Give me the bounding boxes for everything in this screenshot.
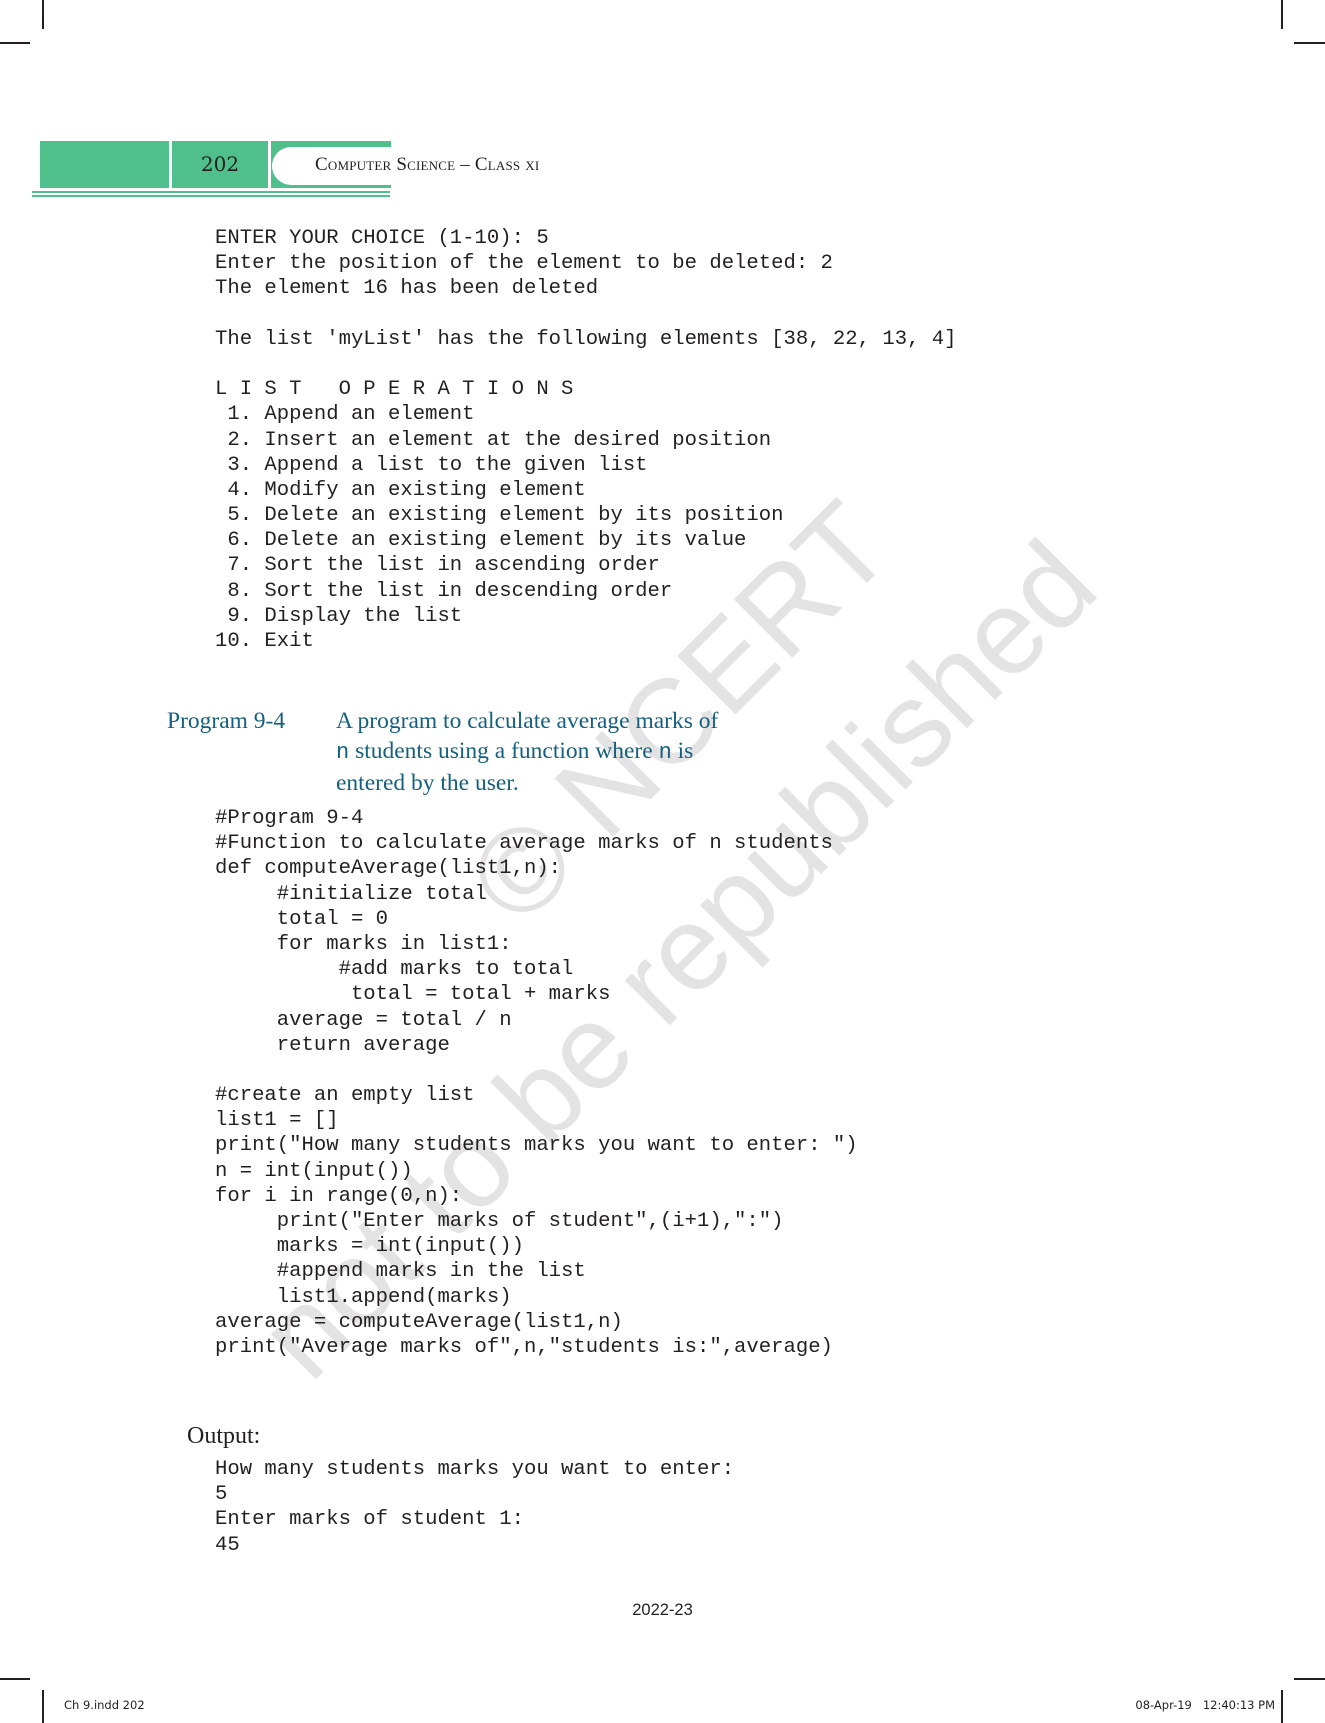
page-number: 202 — [200, 152, 240, 176]
crop-mark-bottom-left-horizontal — [0, 1678, 30, 1680]
code-line: average = computeAverage(list1,n) — [215, 1310, 623, 1334]
output-line: How many students marks you want to ente… — [215, 1458, 735, 1481]
output-heading: Output: — [187, 1423, 261, 1449]
output-line: 3. Append a list to the given list — [215, 453, 648, 477]
code-line: total = total + marks — [215, 983, 611, 1007]
header-rule-top — [32, 191, 390, 193]
output-line: 10. Exit — [215, 630, 314, 653]
header-rule-bottom — [32, 195, 390, 197]
code-line: def computeAverage(list1,n): — [215, 857, 562, 881]
page-header: 202 Computer Science – Class xi — [32, 141, 632, 211]
output-line: The element 16 has been deleted — [215, 277, 599, 301]
output-line: 7. Sort the list in ascending order — [215, 554, 660, 578]
output-line: 9. Display the list — [215, 604, 463, 628]
program-label: Program 9-4 — [167, 708, 286, 734]
caption-line-1: A program to calculate average marks of — [336, 708, 719, 734]
crop-mark-top-right-horizontal — [1294, 42, 1325, 44]
code-line: list1.append(marks) — [215, 1285, 512, 1309]
crop-mark-bottom-right-horizontal — [1294, 1678, 1325, 1680]
header-band-left — [40, 141, 169, 188]
caption-line-3: entered by the user. — [336, 770, 519, 796]
program-output: How many students marks you want to ente… — [215, 1457, 734, 1558]
print-slug-file: Ch 9.indd 202 — [64, 1698, 145, 1712]
program-code: #Program 9-4 #Function to calculate avera… — [215, 806, 858, 1360]
caption-code-n: n — [658, 740, 672, 765]
output-line: 5 — [215, 1483, 228, 1507]
output-line: The list 'myList' has the following elem… — [215, 327, 957, 351]
code-line: for marks in list1: — [215, 932, 512, 956]
crop-mark-bottom-right-vertical — [1281, 1690, 1283, 1723]
code-line: #add marks to total — [215, 958, 574, 982]
code-line: #create an empty list — [215, 1084, 475, 1108]
code-line: print("Average marks of",n,"students is:… — [215, 1335, 833, 1359]
code-line: #append marks in the list — [215, 1260, 586, 1284]
crop-mark-top-right-vertical — [1281, 0, 1283, 29]
code-line: print("How many students marks you want … — [215, 1134, 858, 1158]
caption-code-n: n — [336, 740, 350, 765]
code-line: marks = int(input()) — [215, 1235, 524, 1259]
code-line: n = int(input()) — [215, 1159, 413, 1183]
crop-mark-top-left-horizontal — [0, 42, 30, 44]
code-line: #initialize total — [215, 882, 487, 906]
code-line: #Program 9-4 — [215, 807, 364, 830]
crop-mark-bottom-left-vertical — [42, 1690, 44, 1723]
print-slug-timestamp: 08-Apr-19 12:40:13 PM — [1135, 1698, 1275, 1712]
code-line: #Function to calculate average marks of … — [215, 832, 833, 856]
output-line: Enter marks of student 1: — [215, 1508, 524, 1532]
code-line: list1 = [] — [215, 1109, 339, 1133]
caption-text-end: is — [671, 738, 694, 764]
output-line: 5. Delete an existing element by its pos… — [215, 504, 784, 528]
output-line: 8. Sort the list in descending order — [215, 579, 673, 603]
output-line: 2. Insert an element at the desired posi… — [215, 428, 772, 452]
code-line: total = 0 — [215, 907, 389, 931]
caption-text-mid: students using a function where — [349, 738, 659, 764]
output-line: 1. Append an element — [215, 403, 475, 427]
output-line: Enter the position of the element to be … — [215, 252, 833, 276]
list-operations-output: ENTER YOUR CHOICE (1-10): 5 Enter the pos… — [215, 226, 957, 654]
code-line: print("Enter marks of student",(i+1),":"… — [215, 1210, 784, 1233]
output-line: 6. Delete an existing element by its val… — [215, 529, 747, 553]
code-line: for i in range(0,n): — [215, 1184, 463, 1208]
output-line: L I S T O P E R A T I O N S — [215, 378, 574, 402]
caption-line-2: n students using a function where n is — [336, 736, 856, 768]
output-line: ENTER YOUR CHOICE (1-10): 5 — [215, 227, 549, 250]
code-line: average = total / n — [215, 1008, 512, 1032]
edition-year: 2022-23 — [632, 1601, 693, 1619]
crop-mark-top-left-vertical — [42, 0, 44, 29]
program-caption: A program to calculate average marks of … — [336, 706, 856, 798]
running-title: Computer Science – Class xi — [315, 154, 540, 175]
output-line: 4. Modify an existing element — [215, 478, 586, 502]
code-line: return average — [215, 1033, 450, 1057]
output-line: 45 — [215, 1533, 240, 1557]
